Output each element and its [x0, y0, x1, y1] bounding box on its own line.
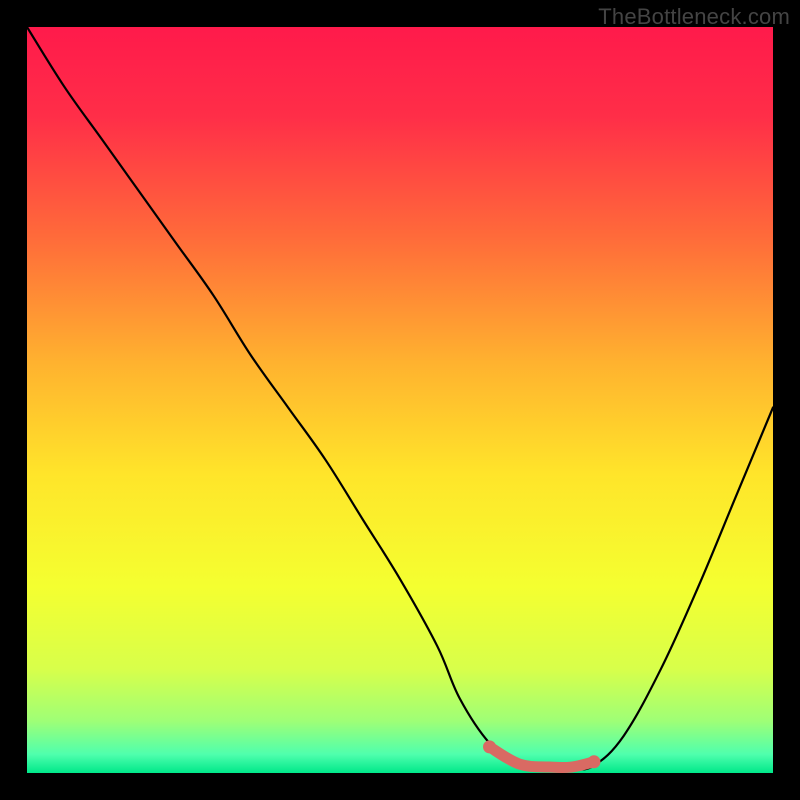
optimal-range-start-dot: [483, 740, 496, 753]
optimal-range-marker: [490, 747, 594, 768]
bottleneck-curve: [27, 27, 773, 770]
plot-area: [27, 27, 773, 773]
watermark-text: TheBottleneck.com: [598, 4, 790, 30]
optimal-range-end-dot: [587, 755, 600, 768]
chart-svg: [27, 27, 773, 773]
